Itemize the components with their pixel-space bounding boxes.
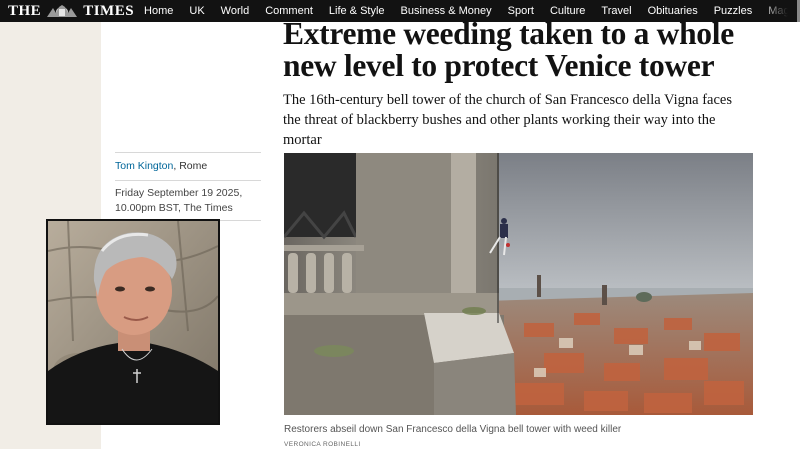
nav-link-home[interactable]: Home: [134, 5, 173, 17]
date-line-1: Friday September 19 2025,: [115, 187, 243, 199]
main-article-photo[interactable]: [284, 153, 753, 415]
byline: Tom Kington, Rome: [115, 160, 275, 172]
portrait-image: [48, 221, 218, 423]
dateline: Friday September 19 2025, 10.00pm BST, T…: [115, 186, 275, 216]
royal-crest-icon: [47, 5, 78, 17]
masthead-the: THE: [8, 2, 42, 19]
nav-link-world[interactable]: World: [211, 5, 250, 17]
photo-credit: VERONICA ROBINELLI: [284, 441, 361, 448]
date-line-2: 10.00pm BST, The Times: [115, 202, 233, 214]
byline-location: , Rome: [173, 160, 208, 172]
byline-top-rule: [115, 152, 261, 153]
bell-tower-image: [284, 153, 753, 415]
the-times-logo[interactable]: THE TIMES: [0, 0, 134, 22]
inset-portrait-photo: [46, 219, 220, 425]
photo-caption: Restorers abseil down San Francesco dell…: [284, 424, 622, 435]
masthead-times: TIMES: [83, 2, 135, 19]
author-link[interactable]: Tom Kington: [115, 160, 173, 172]
nav-link-uk[interactable]: UK: [179, 5, 204, 17]
article-headline: Extreme weeding taken to a whole new lev…: [283, 16, 734, 83]
article-standfirst: The 16th-century bell tower of the churc…: [283, 92, 732, 148]
byline-mid-rule: [115, 180, 261, 181]
